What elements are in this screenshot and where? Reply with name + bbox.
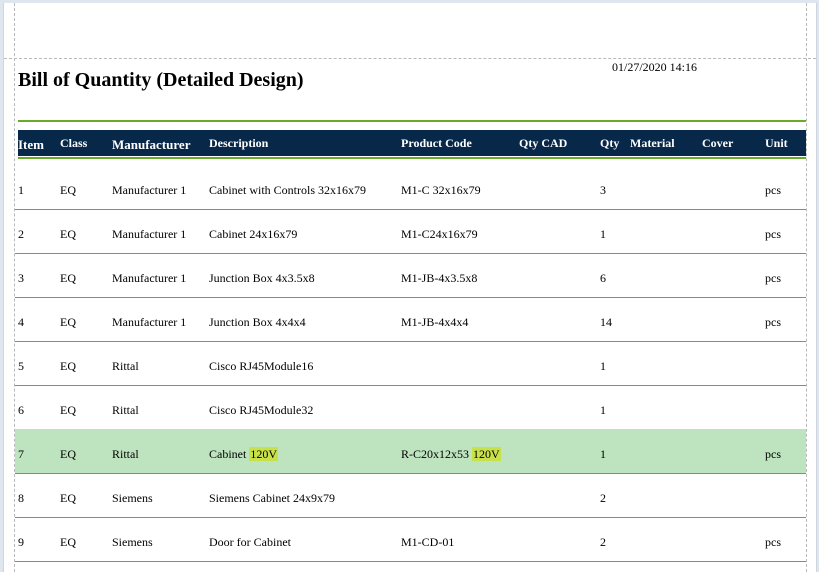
cell-description: Junction Box 4x3.5x8 — [209, 271, 315, 285]
table-row[interactable]: 2 EQ Manufacturer 1 Cabinet 24x16x79 M1-C24x… — [15, 209, 806, 254]
cell-item: 2 — [18, 227, 24, 241]
cell-description: Cabinet 24x16x79 — [209, 227, 298, 241]
cell-unit: pcs — [765, 535, 781, 549]
cell-qty: 1 — [600, 359, 606, 373]
margin-guide-top — [4, 58, 816, 59]
cell-item: 9 — [18, 535, 24, 549]
cell-class: EQ — [60, 271, 76, 285]
cell-manufacturer: Rittal — [112, 447, 139, 461]
cell-item: 5 — [18, 359, 24, 373]
cell-product-code: M1-CD-01 — [401, 535, 455, 549]
cell-item: 6 — [18, 403, 24, 417]
cell-unit: pcs — [765, 271, 781, 285]
col-material: Material — [630, 136, 675, 150]
cell-description: Cisco RJ45Module16 — [209, 359, 314, 373]
cell-manufacturer: Rittal — [112, 403, 139, 417]
cell-class: EQ — [60, 535, 76, 549]
header-rule-top — [18, 120, 806, 122]
cell-unit: pcs — [765, 227, 781, 241]
cell-item: 4 — [18, 315, 24, 329]
cell-manufacturer: Manufacturer 1 — [112, 227, 187, 241]
cell-class: EQ — [60, 447, 76, 461]
cell-product-code: M1-C 32x16x79 — [401, 183, 481, 197]
cell-class: EQ — [60, 315, 76, 329]
report-datetime: 01/27/2020 14:16 — [612, 60, 698, 74]
col-qty: Qty — [600, 136, 620, 150]
cell-unit: pcs — [765, 315, 781, 329]
cell-description: Cabinet with Controls 32x16x79 — [209, 183, 366, 197]
cell-description: Cabinet 120V — [209, 447, 278, 461]
col-manufacturer: Manufacturer — [112, 137, 191, 152]
cell-item: 3 — [18, 271, 24, 285]
report-page: Bill of Quantity (Detailed Design) 01/27… — [3, 3, 817, 572]
header-rule-bottom — [18, 157, 806, 159]
cell-qty: 1 — [600, 227, 606, 241]
col-description: Description — [209, 136, 269, 150]
table-row[interactable]: 6 EQ Rittal Cisco RJ45Module32 1 — [15, 385, 806, 430]
cell-description: Siemens Cabinet 24x9x79 — [209, 491, 335, 505]
cell-qty: 3 — [600, 183, 606, 197]
cell-manufacturer: Manufacturer 1 — [112, 183, 187, 197]
cell-product-code: M1-JB-4x4x4 — [401, 315, 469, 329]
cell-qty: 14 — [600, 315, 612, 329]
table-row[interactable]: 4 EQ Manufacturer 1 Junction Box 4x4x4 M1-JB… — [15, 297, 806, 342]
cell-unit: pcs — [765, 447, 781, 461]
cell-class: EQ — [60, 403, 76, 417]
table-row[interactable]: 3 EQ Manufacturer 1 Junction Box 4x3.5x8 M1-… — [15, 253, 806, 298]
cell-class: EQ — [60, 183, 76, 197]
cell-item: 7 — [18, 447, 24, 461]
cell-item: 1 — [18, 183, 24, 197]
report-title: Bill of Quantity (Detailed Design) — [18, 69, 304, 91]
cell-manufacturer: Siemens — [112, 491, 153, 505]
cell-manufacturer: Manufacturer 1 — [112, 271, 187, 285]
cell-manufacturer: Rittal — [112, 359, 139, 373]
col-qty-cad: Qty CAD — [519, 136, 568, 150]
cell-class: EQ — [60, 227, 76, 241]
search-highlight: 120V — [249, 447, 278, 461]
cell-class: EQ — [60, 491, 76, 505]
table-row[interactable]: 1 EQ Manufacturer 1 Cabinet with Controls 3… — [15, 165, 806, 210]
cell-qty: 6 — [600, 271, 606, 285]
table-header: Item Class Manufacturer Description Prod… — [18, 130, 806, 156]
table-row[interactable]: 9 EQ Siemens Door for Cabinet M1-CD-01 2 pcs — [15, 517, 806, 562]
table-row[interactable]: 8 EQ Siemens Siemens Cabinet 24x9x79 2 — [15, 473, 806, 518]
table-row[interactable]: 5 EQ Rittal Cisco RJ45Module16 1 — [15, 341, 806, 386]
search-highlight: 120V — [472, 447, 501, 461]
cell-qty: 2 — [600, 491, 606, 505]
cell-item: 8 — [18, 491, 24, 505]
col-class: Class — [60, 136, 88, 150]
cell-description: Door for Cabinet — [209, 535, 291, 549]
cell-manufacturer: Manufacturer 1 — [112, 315, 187, 329]
col-product-code: Product Code — [401, 136, 472, 150]
cell-product-code: M1-JB-4x3.5x8 — [401, 271, 478, 285]
cell-product-code: M1-C24x16x79 — [401, 227, 478, 241]
col-unit: Unit — [765, 136, 788, 150]
margin-guide-right — [806, 3, 807, 572]
cell-manufacturer: Siemens — [112, 535, 153, 549]
cell-unit: pcs — [765, 183, 781, 197]
table-row[interactable]: 7 EQ Rittal Cabinet 120V R-C20x12x53 120V 1 pc… — [15, 429, 806, 474]
cell-qty: 2 — [600, 535, 606, 549]
col-cover: Cover — [702, 136, 734, 150]
cell-qty: 1 — [600, 403, 606, 417]
cell-description: Junction Box 4x4x4 — [209, 315, 306, 329]
cell-qty: 1 — [600, 447, 606, 461]
col-item: Item — [18, 137, 44, 152]
cell-description: Cisco RJ45Module32 — [209, 403, 314, 417]
cell-class: EQ — [60, 359, 76, 373]
cell-product-code: R-C20x12x53 120V — [401, 447, 501, 461]
